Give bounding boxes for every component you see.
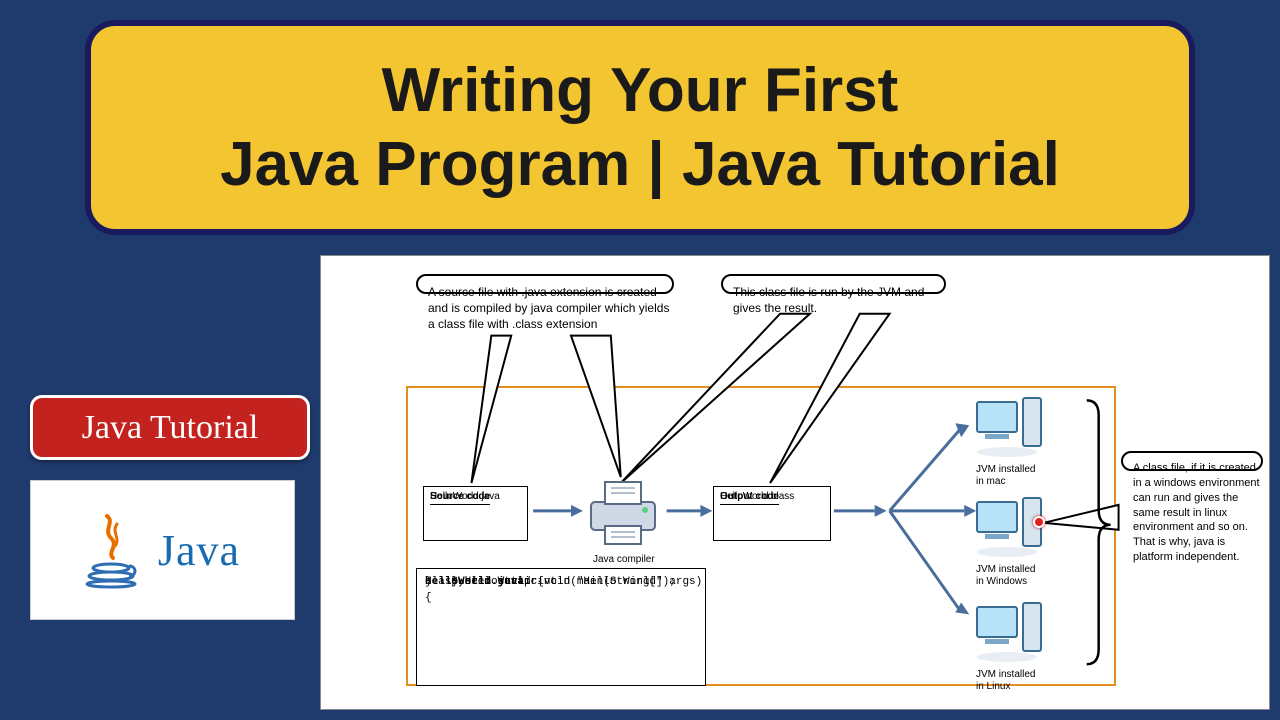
laser-pointer-dot [1033, 516, 1045, 528]
source-value: HelloWorld.java [430, 491, 500, 502]
output-value: HelloWorld.class [720, 491, 794, 502]
java-logo-text: Java [158, 525, 240, 576]
java-cup-icon [85, 510, 140, 590]
source-code-box: Source code HelloWorld.java [423, 486, 528, 541]
callout-platform: A class file, if it is created in a wind… [1121, 451, 1263, 471]
jvm-windows-icon [971, 496, 1046, 561]
code-line-3: System.out.println("Hello World"); [425, 575, 676, 591]
jvm-linux-label: JVM installed in Linux [976, 669, 1035, 693]
callout-platform-text: A class file, if it is created in a wind… [1133, 461, 1261, 565]
compilation-diagram: A source file with .java extension is cr… [320, 255, 1270, 710]
compiler-label: Java compiler [593, 554, 655, 565]
tutorial-badge-text: Java Tutorial [82, 409, 259, 447]
jvm-mac-icon [971, 396, 1046, 461]
callout-source-text: A source file with .java extension is cr… [428, 284, 672, 333]
output-code-box: Output code HelloWorld.class [713, 486, 831, 541]
jvm-windows-label: JVM installed in Windows [976, 564, 1035, 588]
java-compiler-icon [583, 476, 663, 548]
title-line2: Java Program | Java Tutorial [220, 130, 1060, 199]
jvm-linux-icon [971, 601, 1046, 666]
callout-run-text: This class file is run by the JVM and gi… [733, 284, 944, 316]
code-line-5: } [425, 575, 432, 591]
title-text: Writing Your First Java Program | Java T… [220, 54, 1060, 200]
callout-run: This class file is run by the JVM and gi… [721, 274, 946, 294]
title-banner: Writing Your First Java Program | Java T… [85, 20, 1195, 235]
title-line1: Writing Your First [382, 56, 899, 125]
java-logo: Java [30, 480, 295, 620]
callout-source: A source file with .java extension is cr… [416, 274, 674, 294]
tutorial-badge: Java Tutorial [30, 395, 310, 460]
code-sample: HelloWorld.java class HelloWorld { publi… [416, 568, 706, 686]
jvm-mac-label: JVM installed in mac [976, 464, 1035, 488]
